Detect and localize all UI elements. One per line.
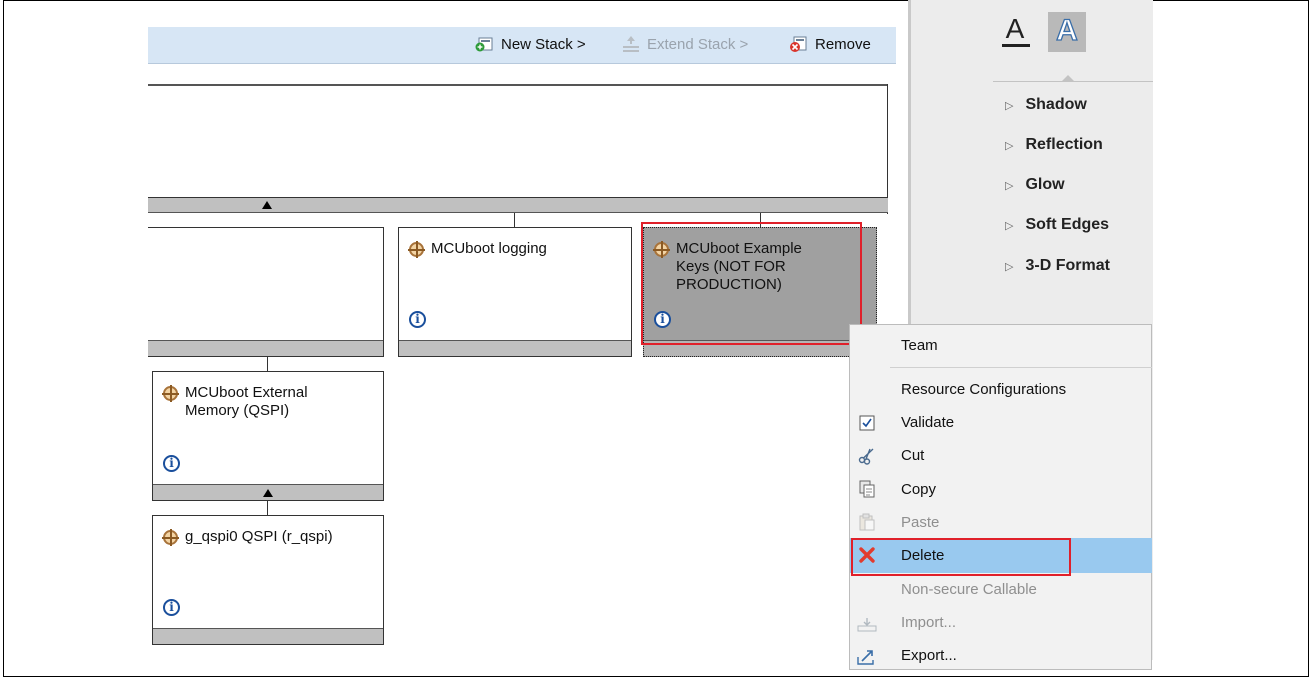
- expand-chevron-icon: ▷: [1005, 179, 1014, 192]
- text-outline-icon: A: [1056, 14, 1079, 47]
- canvas-right-edge: [887, 84, 888, 214]
- effect-3d-format[interactable]: ▷ 3-D Format: [1005, 257, 1110, 275]
- expand-chevron-icon: ▷: [1005, 219, 1014, 232]
- panel-divider: [993, 81, 1153, 82]
- canvas-top-divider: [148, 84, 888, 86]
- context-menu: [849, 324, 1152, 670]
- new-stack-button[interactable]: New Stack >: [475, 35, 586, 53]
- effect-shadow[interactable]: ▷ Shadow: [1005, 96, 1087, 114]
- effect-label: 3-D Format: [1025, 257, 1110, 274]
- extend-stack-label: Extend Stack >: [647, 35, 749, 53]
- menu-item-copy[interactable]: Copy: [901, 481, 936, 498]
- effect-soft-edges[interactable]: ▷ Soft Edges: [1005, 216, 1109, 234]
- menu-item-import[interactable]: Import...: [901, 614, 956, 631]
- remove-button[interactable]: Remove: [789, 35, 871, 53]
- info-icon[interactable]: i: [409, 311, 426, 328]
- scissors-icon: [857, 447, 877, 465]
- component-icon: [162, 385, 179, 402]
- menu-item-team[interactable]: Team: [901, 337, 938, 354]
- menu-item-export[interactable]: Export...: [901, 647, 957, 664]
- validate-checkbox-icon: [857, 415, 877, 433]
- node-title: MCUboot External Memory (QSPI): [185, 384, 308, 419]
- text-fill-underline: [1002, 44, 1030, 47]
- node-footer-bar[interactable]: [153, 484, 383, 500]
- paste-icon: [857, 513, 877, 531]
- connector-line: [267, 356, 268, 372]
- collapse-up-icon[interactable]: [262, 201, 272, 209]
- effect-glow[interactable]: ▷ Glow: [1005, 176, 1065, 194]
- expand-chevron-icon: ▷: [1005, 260, 1014, 273]
- info-icon[interactable]: i: [163, 599, 180, 616]
- effect-label: Reflection: [1025, 136, 1103, 153]
- menu-item-cut[interactable]: Cut: [901, 447, 924, 464]
- remove-label: Remove: [815, 35, 871, 53]
- highlight-box-delete: [851, 538, 1071, 576]
- effect-reflection[interactable]: ▷ Reflection: [1005, 136, 1103, 154]
- menu-item-paste[interactable]: Paste: [901, 514, 939, 531]
- export-icon: [857, 648, 877, 666]
- stack-node-g-qspi0[interactable]: g_qspi0 QSPI (r_qspi) i: [152, 515, 384, 645]
- node-footer-bar: [153, 628, 383, 644]
- remove-icon: [789, 35, 809, 53]
- node-title: MCUboot logging: [431, 240, 547, 257]
- new-stack-icon: [475, 35, 495, 53]
- effect-label: Glow: [1025, 176, 1065, 193]
- collapse-up-icon[interactable]: [263, 489, 273, 497]
- menu-item-resource-configurations[interactable]: Resource Configurations: [901, 381, 1066, 398]
- node-footer-bar: [148, 340, 383, 356]
- effect-label: Shadow: [1025, 96, 1087, 113]
- stack-node-mcuboot-external-memory[interactable]: MCUboot External Memory (QSPI) i: [152, 371, 384, 501]
- text-outline-button[interactable]: A: [1048, 12, 1086, 52]
- node-title: g_qspi0 QSPI (r_qspi): [185, 528, 333, 545]
- component-icon: [408, 241, 425, 258]
- extend-stack-icon: [621, 35, 641, 53]
- extend-stack-button[interactable]: Extend Stack >: [621, 35, 748, 53]
- expand-chevron-icon: ▷: [1005, 99, 1014, 112]
- connector-line: [514, 213, 515, 227]
- menu-item-non-secure-callable[interactable]: Non-secure Callable: [901, 581, 1037, 598]
- info-icon[interactable]: i: [163, 455, 180, 472]
- stack-collapse-bar[interactable]: [148, 197, 888, 213]
- connector-line: [267, 500, 268, 515]
- new-stack-label: New Stack >: [501, 35, 586, 53]
- effect-label: Soft Edges: [1025, 216, 1110, 233]
- highlight-box-selected-node: [641, 222, 862, 345]
- stack-toolbar: New Stack > Extend Stack > Remove: [148, 27, 896, 64]
- import-icon: [857, 616, 877, 634]
- stack-node-partial[interactable]: [148, 227, 384, 357]
- copy-icon: [857, 480, 877, 498]
- node-footer-bar: [399, 340, 631, 356]
- component-icon: [162, 529, 179, 546]
- menu-separator: [890, 367, 1152, 368]
- stack-node-mcuboot-logging[interactable]: MCUboot logging i: [398, 227, 632, 357]
- text-fill-icon[interactable]: A: [1000, 14, 1030, 48]
- expand-chevron-icon: ▷: [1005, 139, 1014, 152]
- menu-item-validate[interactable]: Validate: [901, 414, 954, 431]
- panel-pointer-icon: [1062, 75, 1074, 81]
